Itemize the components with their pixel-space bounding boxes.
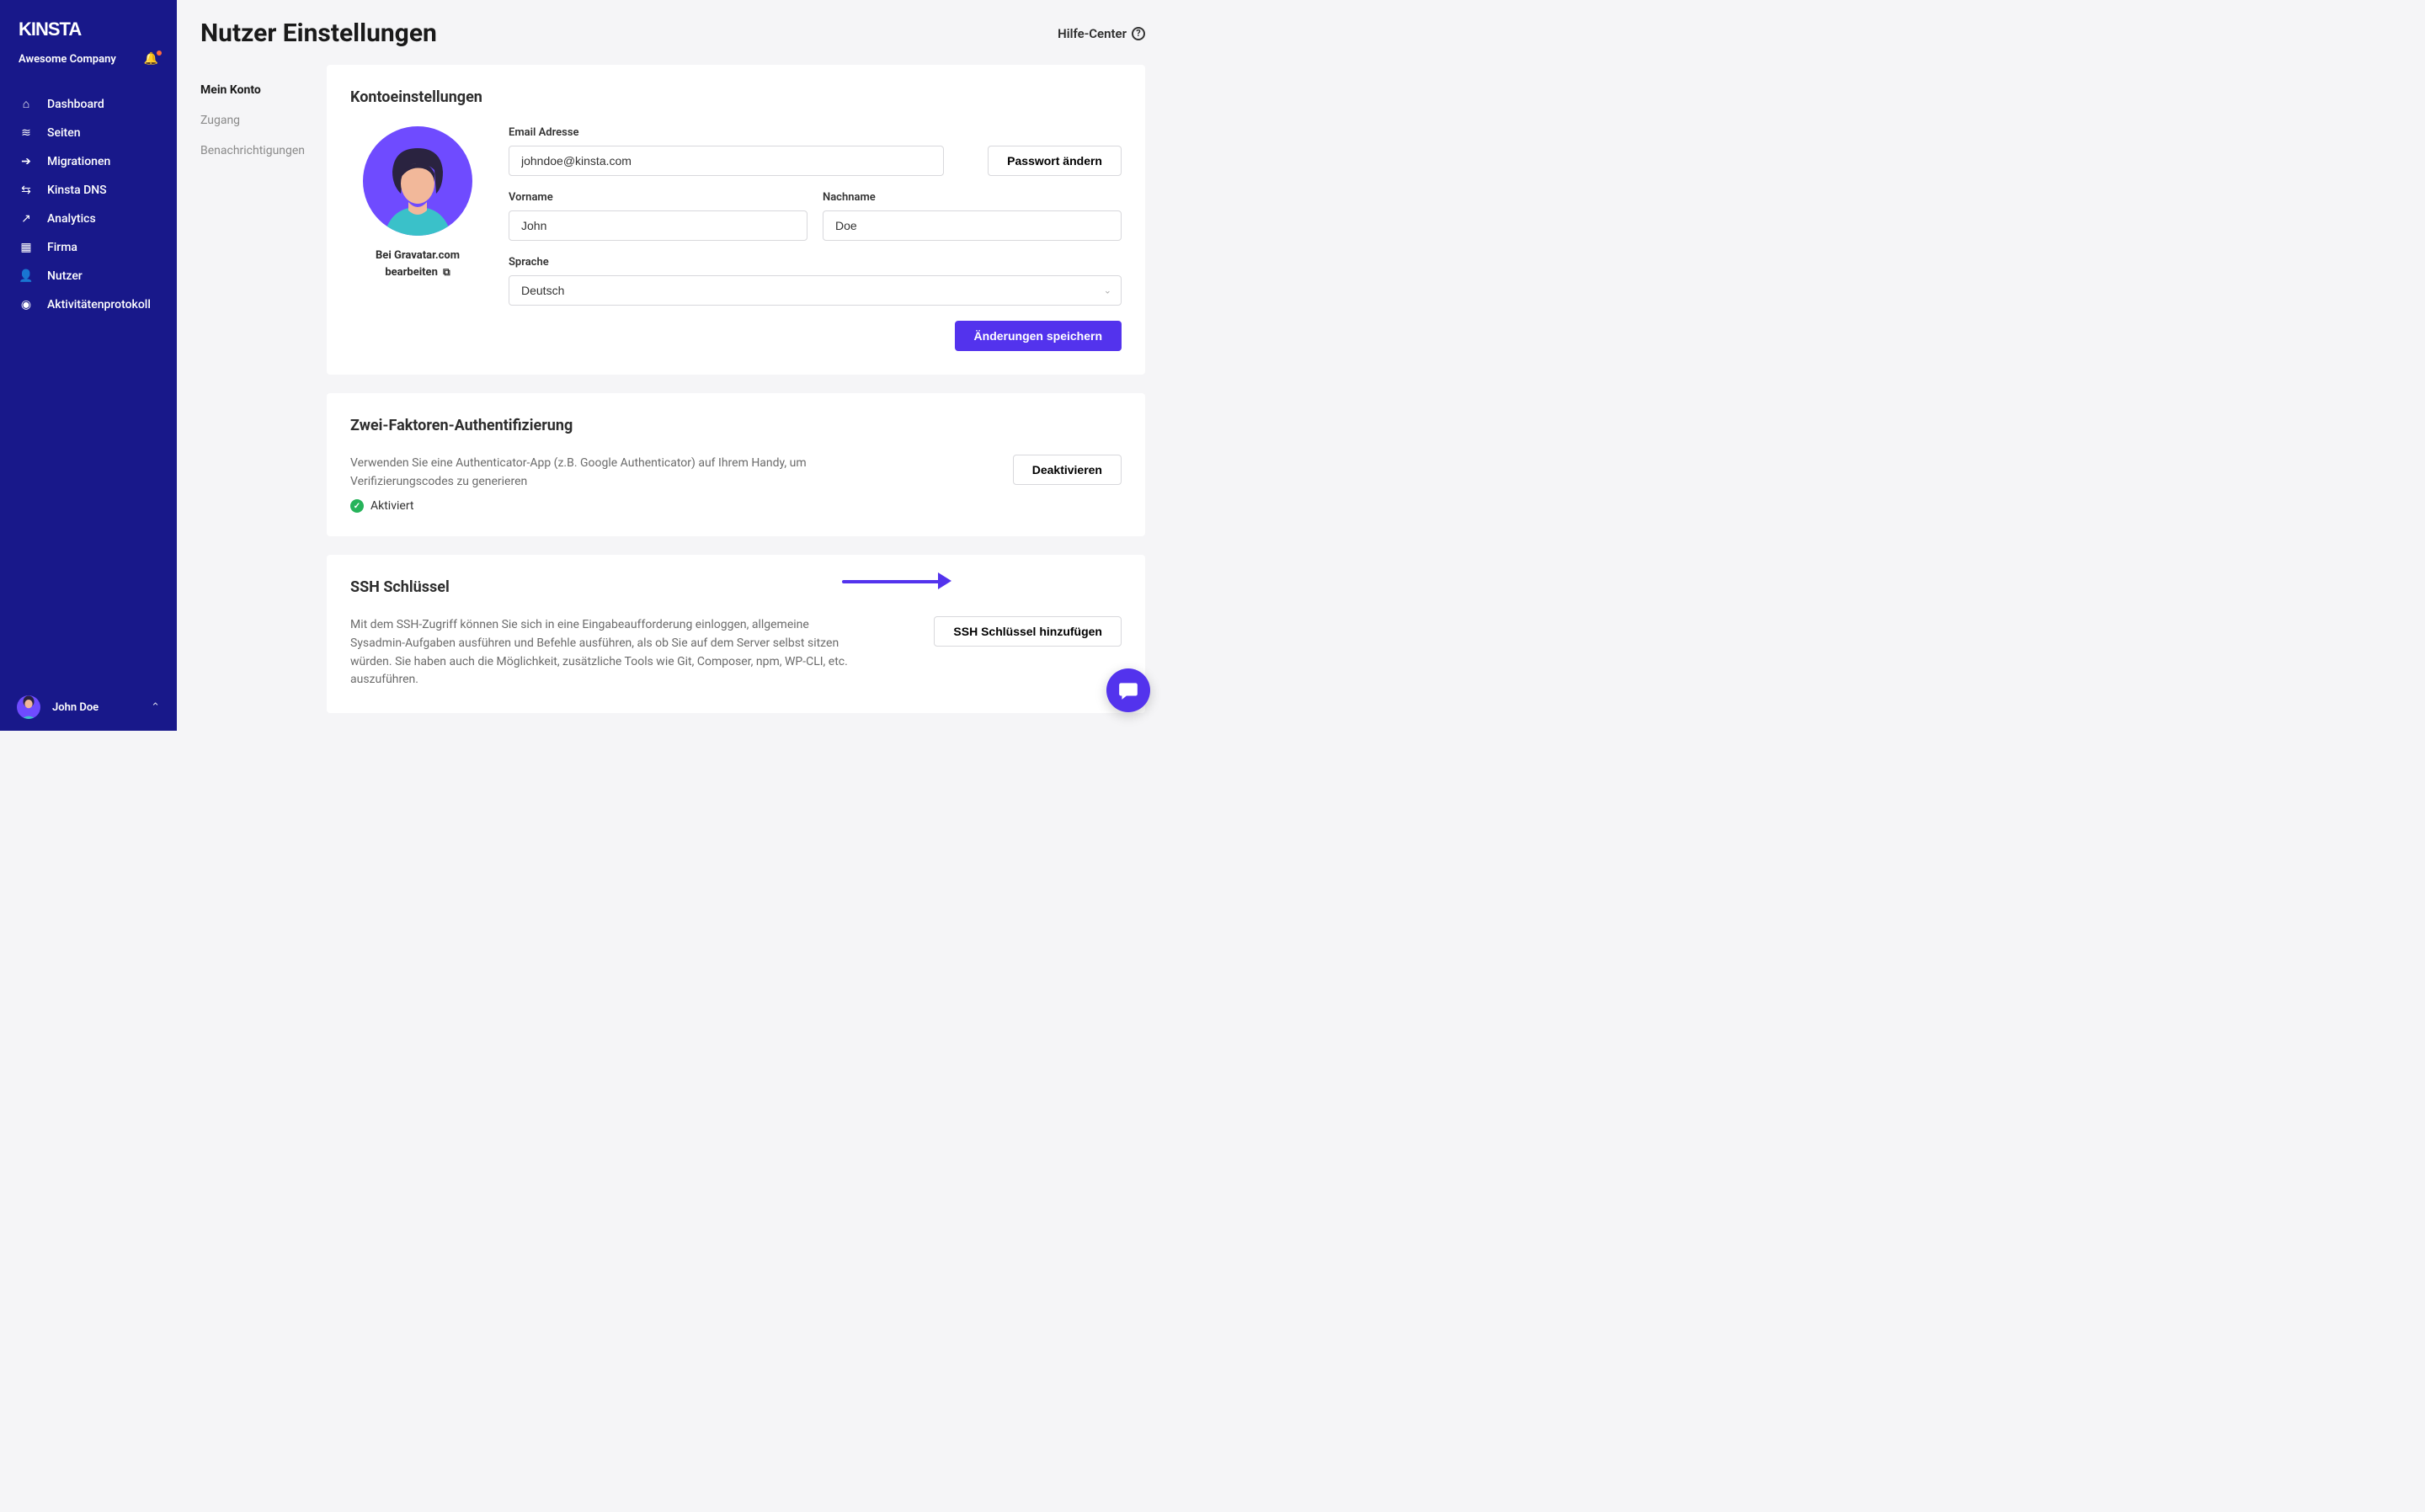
nav: ⌂ Dashboard ≋ Seiten ➔ Migrationen ⇆ Kinsta …: [0, 83, 177, 319]
card-title: Kontoeinstellungen: [350, 88, 1122, 106]
deactivate-button[interactable]: Deaktivieren: [1013, 455, 1122, 485]
sidebar-item-label: Aktivitätenprotokoll: [47, 298, 151, 311]
avatar-icon: [17, 695, 40, 719]
content: Mein Konto Zugang Benachrichtigungen Kon…: [177, 65, 1169, 737]
avatar-large: [363, 126, 472, 236]
sidebar-item-label: Seiten: [47, 126, 81, 140]
company-name: Awesome Company: [19, 53, 116, 66]
topbar: Nutzer Einstellungen Hilfe-Center ?: [177, 0, 1169, 65]
chat-launcher-button[interactable]: [1106, 668, 1150, 712]
check-icon: ✓: [350, 499, 364, 513]
layers-icon: ≋: [19, 126, 34, 140]
brand-logo: KINSTA: [0, 0, 177, 52]
language-select[interactable]: [509, 275, 1122, 306]
home-icon: ⌂: [19, 97, 34, 111]
subnav: Mein Konto Zugang Benachrichtigungen: [200, 65, 327, 713]
two-factor-desc: Verwenden Sie eine Authenticator-App (z.…: [350, 455, 822, 491]
analytics-icon: ↗: [19, 212, 34, 226]
help-center-label: Hilfe-Center: [1058, 26, 1127, 41]
subnav-item-benachrichtigungen[interactable]: Benachrichtigungen: [200, 136, 327, 166]
email-field[interactable]: [509, 146, 944, 176]
lastname-label: Nachname: [823, 191, 1122, 204]
company-row: Awesome Company 🔔: [0, 52, 177, 83]
help-center-link[interactable]: Hilfe-Center ?: [1058, 26, 1145, 41]
sidebar-item-label: Firma: [47, 241, 77, 254]
change-password-button[interactable]: Passwort ändern: [988, 146, 1122, 176]
subnav-item-mein-konto[interactable]: Mein Konto: [200, 75, 327, 105]
dns-icon: ⇆: [19, 184, 34, 197]
firstname-field[interactable]: [509, 210, 807, 241]
user-menu[interactable]: John Doe ⌃: [0, 684, 177, 731]
sidebar-item-firma[interactable]: ▦ Firma: [0, 233, 177, 262]
page-title: Nutzer Einstellungen: [200, 19, 437, 48]
main: Nutzer Einstellungen Hilfe-Center ? Mein…: [177, 0, 1169, 731]
two-factor-status: ✓ Aktiviert: [350, 499, 822, 513]
sidebar-item-label: Migrationen: [47, 155, 110, 168]
card-title: SSH Schlüssel: [350, 578, 1122, 596]
form-column: Email Adresse Passwort ändern Vorname: [509, 126, 1122, 351]
cards: Kontoeinstellungen: [327, 65, 1145, 713]
language-label: Sprache: [509, 256, 1122, 269]
users-icon: 👤: [19, 269, 34, 283]
external-link-icon: ⧉: [443, 266, 450, 278]
gravatar-link[interactable]: Bei Gravatar.com bearbeiten ⧉: [350, 248, 485, 280]
sidebar-item-analytics[interactable]: ↗ Analytics: [0, 205, 177, 233]
sidebar-item-kinsta-dns[interactable]: ⇆ Kinsta DNS: [0, 176, 177, 205]
firstname-label: Vorname: [509, 191, 807, 204]
sidebar-item-migrationen[interactable]: ➔ Migrationen: [0, 147, 177, 176]
lastname-field[interactable]: [823, 210, 1122, 241]
subnav-item-zugang[interactable]: Zugang: [200, 105, 327, 136]
email-label: Email Adresse: [509, 126, 944, 139]
ssh-desc: Mit dem SSH-Zugriff können Sie sich in e…: [350, 616, 855, 689]
sidebar-item-dashboard[interactable]: ⌂ Dashboard: [0, 89, 177, 119]
sidebar-item-label: Analytics: [47, 212, 96, 226]
card-kontoeinstellungen: Kontoeinstellungen: [327, 65, 1145, 375]
user-name: John Doe: [52, 701, 99, 714]
migration-icon: ➔: [19, 155, 34, 168]
company-icon: ▦: [19, 241, 34, 254]
sidebar: KINSTA Awesome Company 🔔 ⌂ Dashboard ≋ Sei…: [0, 0, 177, 731]
chevron-up-icon: ⌃: [151, 701, 160, 714]
save-button[interactable]: Änderungen speichern: [955, 321, 1122, 351]
chat-icon: [1117, 679, 1139, 701]
add-ssh-key-button[interactable]: SSH Schlüssel hinzufügen: [934, 616, 1122, 647]
help-icon: ?: [1132, 27, 1145, 40]
chevron-down-icon: ⌄: [1104, 285, 1111, 296]
status-label: Aktiviert: [370, 499, 414, 513]
eye-icon: ◉: [19, 298, 34, 311]
sidebar-item-aktivitaetenprotokoll[interactable]: ◉ Aktivitätenprotokoll: [0, 290, 177, 319]
sidebar-item-label: Kinsta DNS: [47, 184, 107, 197]
sidebar-item-seiten[interactable]: ≋ Seiten: [0, 119, 177, 147]
sidebar-item-label: Dashboard: [47, 98, 104, 111]
avatar-column: Bei Gravatar.com bearbeiten ⧉: [350, 126, 485, 351]
card-title: Zwei-Faktoren-Authentifizierung: [350, 417, 1122, 434]
notification-bell-icon[interactable]: 🔔: [144, 52, 158, 66]
sidebar-item-nutzer[interactable]: 👤 Nutzer: [0, 262, 177, 290]
card-zwei-faktoren: Zwei-Faktoren-Authentifizierung Verwende…: [327, 393, 1145, 536]
sidebar-item-label: Nutzer: [47, 269, 83, 283]
card-ssh-schluessel: SSH Schlüssel Mit dem SSH-Zugriff können…: [327, 555, 1145, 713]
